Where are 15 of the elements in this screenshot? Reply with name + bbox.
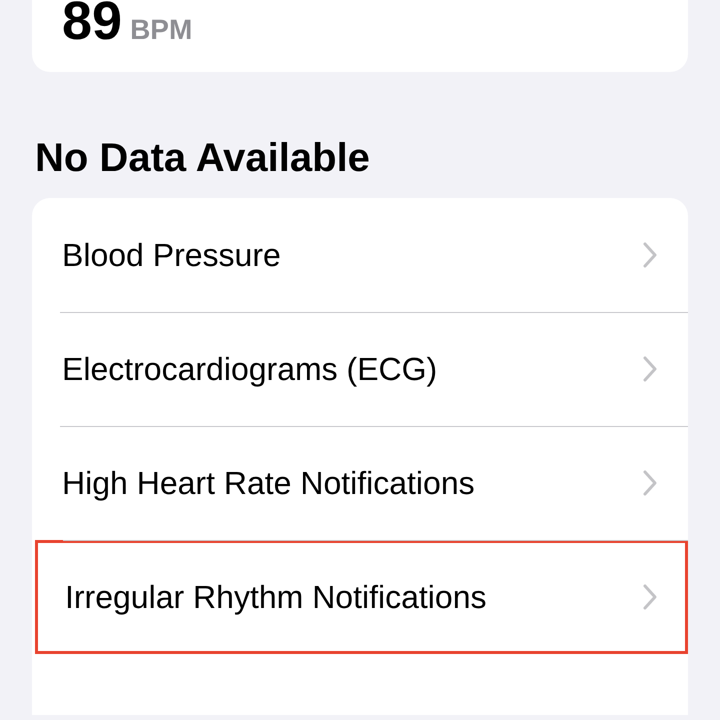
row-label: Blood Pressure	[62, 236, 282, 274]
row-label: High Heart Rate Notifications	[62, 464, 476, 502]
section-title: No Data Available	[35, 136, 371, 180]
list-row[interactable]: Electrocardiograms (ECG)	[32, 312, 688, 426]
row-label: Irregular Rhythm Notifications	[65, 578, 488, 616]
list-row[interactable]: High Heart Rate Notifications	[32, 426, 688, 540]
chevron-icon	[642, 241, 658, 269]
highlighted-list-row[interactable]: Irregular Rhythm Notifications	[35, 540, 688, 654]
row-label: Electrocardiograms (ECG)	[62, 350, 438, 388]
chevron-icon	[642, 583, 658, 611]
chevron-icon	[642, 469, 658, 497]
heart-rate-value: 89	[62, 0, 122, 48]
list-row[interactable]: Blood Pressure	[32, 198, 688, 312]
heart-rate-unit: BPM	[130, 14, 192, 46]
chevron-icon	[642, 355, 658, 383]
